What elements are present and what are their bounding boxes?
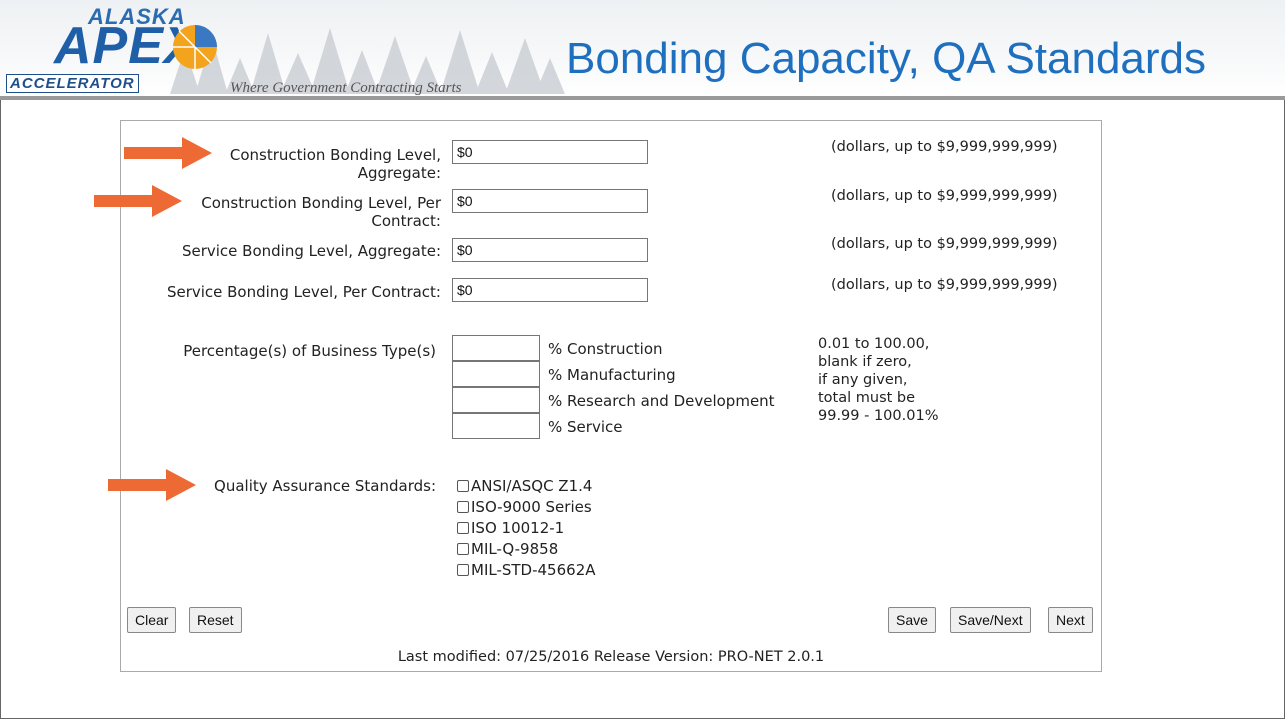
logo-accelerator-text: ACCELERATOR [6,74,139,93]
business-type-label: Percentage(s) of Business Type(s) [183,342,436,360]
percentage-hint: 0.01 to 100.00, blank if zero, if any gi… [818,336,939,424]
service-aggregate-input[interactable] [452,238,648,262]
apex-logo: ALASKA APEX ACCELERATOR [0,0,250,96]
qa-option-mil-std[interactable]: MIL-STD-45662A [457,561,596,579]
pct-service-label: % Service [548,418,623,436]
service-per-contract-input[interactable] [452,278,648,302]
construction-aggregate-input[interactable] [452,140,648,164]
pct-service-input[interactable] [452,413,540,439]
sun-icon [173,25,217,69]
tagline: Where Government Contracting Starts [230,80,462,96]
checkbox[interactable] [457,564,469,576]
arrow-icon [108,469,196,501]
next-button[interactable]: Next [1048,607,1093,633]
construction-per-contract-hint: (dollars, up to $9,999,999,999) [831,188,1058,204]
pct-construction-input[interactable] [452,335,540,361]
qa-option-mil-q[interactable]: MIL-Q-9858 [457,540,558,558]
checkbox[interactable] [457,522,469,534]
checkbox[interactable] [457,501,469,513]
bonding-form: Construction Bonding Level,Aggregate: (d… [120,120,1102,672]
arrow-icon [124,137,212,169]
pct-construction-label: % Construction [548,340,663,358]
reset-button[interactable]: Reset [189,607,242,633]
arrow-icon [94,185,182,217]
page-title: Bonding Capacity, QA Standards [566,34,1207,83]
checkbox[interactable] [457,480,469,492]
pct-manufacturing-input[interactable] [452,361,540,387]
construction-per-contract-input[interactable] [452,189,648,213]
construction-aggregate-hint: (dollars, up to $9,999,999,999) [831,139,1058,155]
checkbox[interactable] [457,543,469,555]
pct-manufacturing-label: % Manufacturing [548,366,676,384]
service-per-contract-hint: (dollars, up to $9,999,999,999) [831,277,1058,293]
banner-divider [0,96,1285,100]
save-next-button[interactable]: Save/Next [950,607,1031,633]
service-aggregate-hint: (dollars, up to $9,999,999,999) [831,236,1058,252]
pct-research-label: % Research and Development [548,392,775,410]
header-banner: ALASKA APEX ACCELERATOR Where Government… [0,0,1285,96]
save-button[interactable]: Save [888,607,936,633]
qa-option-iso10012[interactable]: ISO 10012-1 [457,519,564,537]
service-per-contract-label: Service Bonding Level, Per Contract: [166,283,441,301]
service-aggregate-label: Service Bonding Level, Aggregate: [181,242,441,260]
clear-button[interactable]: Clear [127,607,177,633]
construction-per-contract-label: Construction Bonding Level, Per Contract: [201,194,441,230]
last-modified-footer: Last modified: 07/25/2016 Release Versio… [397,649,825,665]
qa-option-iso9000[interactable]: ISO-9000 Series [457,498,592,516]
pct-research-input[interactable] [452,387,540,413]
qa-option-ansi[interactable]: ANSI/ASQC Z1.4 [457,477,592,495]
